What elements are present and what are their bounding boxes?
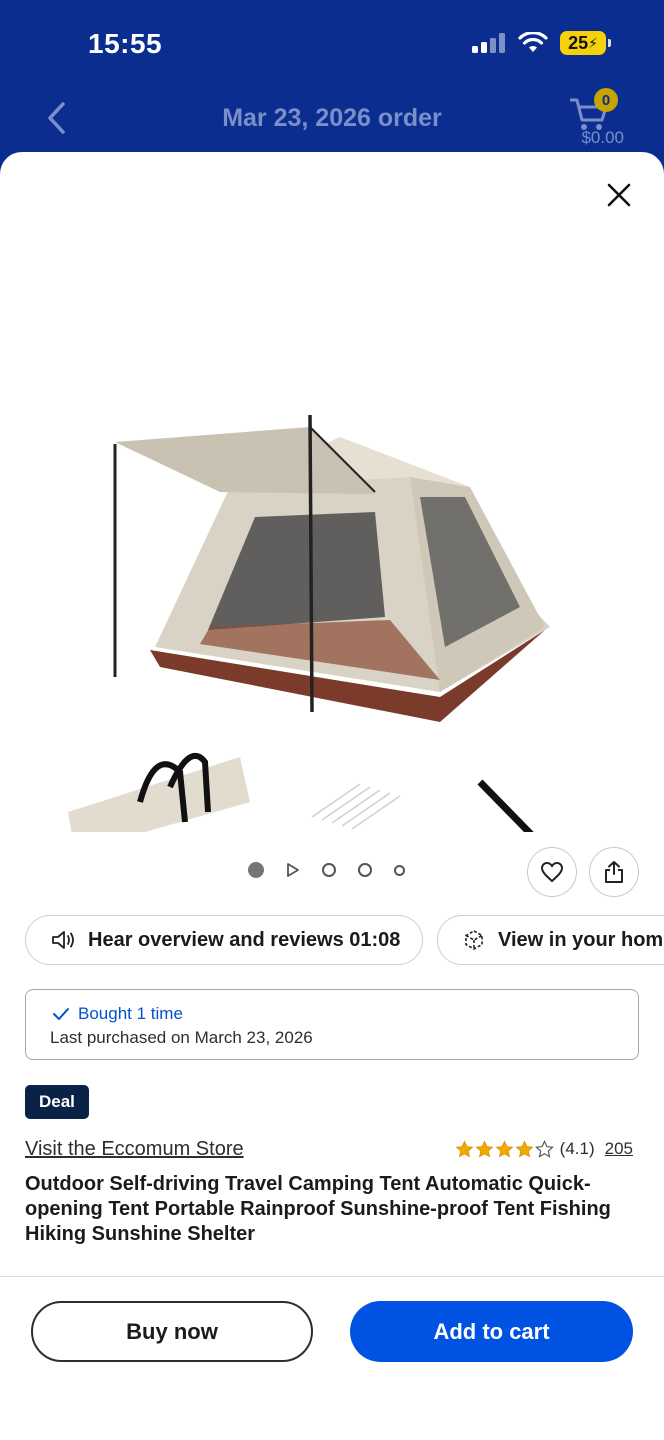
- view-in-home-label: View in your home: [498, 928, 664, 951]
- star-full-icon: [495, 1140, 514, 1157]
- hear-overview-label: Hear overview and reviews 01:08: [88, 928, 401, 951]
- last-purchased-date: Last purchased on March 23, 2026: [50, 1028, 313, 1047]
- carousel-dot-4[interactable]: [358, 863, 372, 877]
- carousel-dot-3[interactable]: [322, 863, 336, 877]
- bought-count-text: Bought 1 time: [78, 1004, 183, 1023]
- close-icon: [607, 183, 631, 207]
- bought-count: Bought 1 time: [52, 1004, 183, 1024]
- image-carousel-indicators[interactable]: [248, 862, 405, 878]
- buy-now-button[interactable]: Buy now: [31, 1301, 313, 1362]
- rating-value: (4.1): [559, 1139, 595, 1158]
- video-play-icon[interactable]: [286, 862, 300, 878]
- battery-level: 25: [568, 32, 589, 53]
- star-full-icon: [455, 1140, 474, 1157]
- hear-overview-button[interactable]: Hear overview and reviews 01:08: [25, 915, 423, 965]
- deal-badge: Deal: [25, 1085, 89, 1119]
- wifi-icon: [518, 32, 548, 52]
- carousel-dot-1[interactable]: [248, 862, 264, 878]
- checkmark-icon: [53, 1008, 69, 1020]
- share-icon: [605, 861, 623, 883]
- share-button[interactable]: [589, 847, 639, 897]
- purchase-history-box: Bought 1 time Last purchased on March 23…: [25, 989, 639, 1060]
- speaker-icon: [52, 931, 74, 949]
- battery-icon: 25 ⚡: [560, 31, 611, 55]
- add-to-cart-button[interactable]: Add to cart: [350, 1301, 633, 1362]
- favorite-button[interactable]: [527, 847, 577, 897]
- product-rating[interactable]: (4.1) 205: [455, 1139, 633, 1159]
- product-title: Outdoor Self-driving Travel Camping Tent…: [25, 1173, 611, 1245]
- tent-pole-image: [477, 779, 534, 832]
- status-time: 15:55: [88, 28, 163, 59]
- star-full-icon: [475, 1140, 494, 1157]
- status-bar: 15:55 25 ⚡: [0, 0, 664, 90]
- store-link[interactable]: Visit the Eccomum Store: [25, 1138, 244, 1161]
- cart-count-badge: 0: [594, 88, 618, 112]
- star-full-icon: [515, 1140, 534, 1157]
- product-sheet: Hear overview and reviews 01:08 View in …: [0, 152, 664, 1440]
- cart-total: $0.00: [581, 128, 624, 147]
- product-image[interactable]: [40, 272, 630, 832]
- star-empty-icon: [534, 1139, 554, 1158]
- divider: [0, 1276, 664, 1277]
- status-icons: 25 ⚡: [472, 31, 611, 55]
- review-count-link[interactable]: 205: [605, 1139, 633, 1159]
- rating-stars: [455, 1139, 554, 1159]
- heart-icon: [540, 861, 564, 883]
- ar-cube-icon: [465, 930, 483, 950]
- cellular-signal-icon: [472, 33, 505, 53]
- carry-bag-image: [68, 753, 250, 832]
- tent-stakes-image: [311, 783, 401, 830]
- nav-header: Mar 23, 2026 order 0: [0, 88, 664, 152]
- close-button[interactable]: [604, 180, 634, 210]
- view-in-home-button[interactable]: View in your home: [437, 915, 664, 965]
- carousel-dot-5[interactable]: [394, 864, 405, 876]
